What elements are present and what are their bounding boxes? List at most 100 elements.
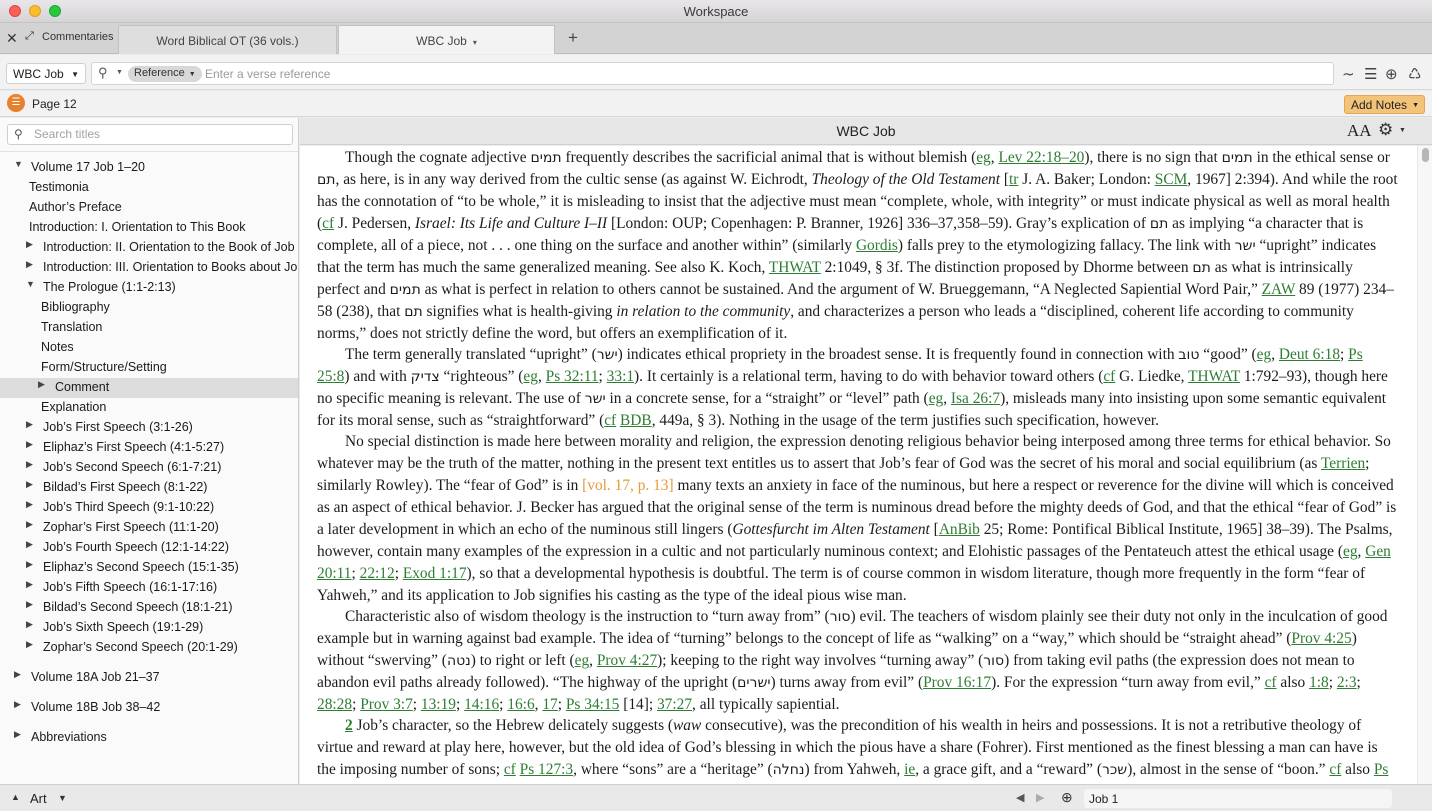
disclosure-closed-icon[interactable]: ▶ xyxy=(26,559,33,570)
disclosure-closed-icon[interactable]: ▶ xyxy=(26,619,33,630)
layout-label[interactable]: Art xyxy=(30,791,47,806)
reference-link[interactable]: Terrien xyxy=(1321,455,1365,472)
reference-link[interactable]: Lev 22:18–20 xyxy=(998,149,1084,166)
toc-item[interactable]: ▶ Zophar’s Second Speech (20:1-29) xyxy=(0,638,298,658)
toc-item[interactable]: Introduction: I. Orientation to This Boo… xyxy=(0,218,298,238)
disclosure-closed-icon[interactable]: ▶ xyxy=(26,419,33,430)
toc-item[interactable]: ▶ Bildad’s First Speech (8:1-22) xyxy=(0,478,298,498)
reference-link[interactable]: ie xyxy=(904,761,915,778)
reference-link[interactable]: 28:28 xyxy=(317,696,352,713)
add-tab-button[interactable]: + xyxy=(560,29,586,49)
reference-link[interactable]: SCM xyxy=(1155,171,1188,188)
reference-link[interactable]: THWAT xyxy=(1188,368,1240,385)
reference-link[interactable]: THWAT xyxy=(769,259,821,276)
reference-link[interactable]: Ps 34:15 xyxy=(566,696,619,713)
reference-search-bar[interactable]: ⚲ ▼ Reference ▼ xyxy=(91,62,1334,85)
add-circle-icon[interactable]: ⊕ xyxy=(1385,65,1398,83)
chevron-down-icon[interactable]: ▾ xyxy=(473,38,477,47)
table-of-contents-icon[interactable]: ☰ xyxy=(7,94,25,112)
reference-link[interactable]: tr xyxy=(1009,171,1018,188)
chevron-down-icon[interactable]: ▼ xyxy=(116,69,123,76)
reference-link[interactable]: Prov 4:25 xyxy=(1291,630,1351,647)
toc-item[interactable]: ▶ Job’s First Speech (3:1-26) xyxy=(0,418,298,438)
toc-item[interactable]: ▶ Introduction: II. Orientation to the Bo… xyxy=(0,238,298,258)
toc-item[interactable]: ▶ Comment xyxy=(0,378,298,398)
disclosure-closed-icon[interactable]: ▶ xyxy=(26,439,33,450)
recycle-icon[interactable]: ♺ xyxy=(1408,65,1421,83)
chevron-down-icon[interactable]: ▼ xyxy=(58,793,67,803)
disclosure-closed-icon[interactable]: ▶ xyxy=(26,459,33,470)
toc-item[interactable]: Author’s Preface xyxy=(0,198,298,218)
disclosure-open-icon[interactable]: ▼ xyxy=(14,159,23,169)
reference-link[interactable]: Ps 32:11 xyxy=(546,368,599,385)
font-size-icon[interactable]: AA xyxy=(1347,121,1372,141)
resource-select[interactable]: WBC Job ▼ xyxy=(6,63,86,84)
toc-item[interactable]: ▼ The Prologue (1:1-2:13) xyxy=(0,278,298,298)
disclosure-open-icon[interactable]: ▼ xyxy=(26,279,35,289)
disclosure-closed-icon[interactable]: ▶ xyxy=(38,379,45,390)
reference-link[interactable]: 22:12 xyxy=(360,565,395,582)
previous-arrow-icon[interactable]: ◀ xyxy=(1016,791,1024,804)
reference-link[interactable]: Isa 26:7 xyxy=(951,390,1000,407)
toc-item[interactable]: ▶ Introduction: III. Orientation to Books… xyxy=(0,258,298,278)
toc-item[interactable]: ▶ Job’s Fourth Speech (12:1-14:22) xyxy=(0,538,298,558)
reference-input[interactable] xyxy=(205,66,1305,82)
chevron-down-icon[interactable]: ▼ xyxy=(1399,127,1406,134)
scrollbar-thumb[interactable] xyxy=(1422,148,1429,162)
toc-item[interactable]: ▶ Job’s Fifth Speech (16:1-17:16) xyxy=(0,578,298,598)
reference-link[interactable]: cf xyxy=(504,761,516,778)
toc-item[interactable]: ▼ Volume 17 Job 1–20 xyxy=(0,158,298,178)
reference-link[interactable]: 17 xyxy=(542,696,557,713)
disclosure-closed-icon[interactable]: ▶ xyxy=(26,239,33,250)
reference-link[interactable]: cf xyxy=(1329,761,1341,778)
text-list-icon[interactable]: ☰ xyxy=(1364,65,1377,83)
disclosure-closed-icon[interactable]: ▶ xyxy=(14,699,21,710)
disclosure-closed-icon[interactable]: ▶ xyxy=(26,639,33,650)
toc-item[interactable]: ▶ Abbreviations xyxy=(0,728,298,748)
disclosure-closed-icon[interactable]: ▶ xyxy=(26,479,33,490)
reference-link[interactable]: 37:27 xyxy=(657,696,692,713)
reference-link[interactable]: cf xyxy=(322,215,334,232)
expand-panel-icon[interactable]: ⤢ xyxy=(25,30,34,43)
reference-link[interactable]: 16:6 xyxy=(507,696,534,713)
reference-link[interactable]: Prov 16:17 xyxy=(923,674,991,691)
toc-item[interactable]: ▶ Eliphaz’s Second Speech (15:1-35) xyxy=(0,558,298,578)
title-search-input[interactable] xyxy=(34,127,284,141)
reference-link[interactable]: BDB xyxy=(620,412,652,429)
reference-type-chip[interactable]: Reference ▼ xyxy=(128,66,202,82)
next-arrow-icon[interactable]: ▶ xyxy=(1036,791,1044,804)
disclosure-closed-icon[interactable]: ▶ xyxy=(14,669,21,680)
disclosure-closed-icon[interactable]: ▶ xyxy=(26,259,33,270)
toc-item[interactable]: ▶ Job’s Second Speech (6:1-7:21) xyxy=(0,458,298,478)
reference-link[interactable]: cf xyxy=(1103,368,1115,385)
toc-item[interactable]: Form/Structure/Setting xyxy=(0,358,298,378)
reference-link[interactable]: Prov 4:27 xyxy=(597,652,657,669)
reference-link[interactable]: eg xyxy=(929,390,944,407)
tab-wbc-job[interactable]: WBC Job ▾ xyxy=(338,25,555,54)
close-panel-icon[interactable]: ✕ xyxy=(6,30,18,47)
reference-link[interactable]: Prov 3:7 xyxy=(360,696,413,713)
toc-item[interactable]: Bibliography xyxy=(0,298,298,318)
reference-link[interactable]: eg xyxy=(976,149,991,166)
reference-link[interactable]: 2:3 xyxy=(1337,674,1357,691)
reference-link[interactable]: ZAW xyxy=(1262,281,1296,298)
reference-link[interactable]: 14:16 xyxy=(464,696,499,713)
toc-item[interactable]: Testimonia xyxy=(0,178,298,198)
reference-link[interactable]: Gordis xyxy=(856,237,898,254)
disclosure-closed-icon[interactable]: ▶ xyxy=(26,579,33,590)
gear-icon[interactable]: ⚙ xyxy=(1378,120,1393,140)
toc-item[interactable]: ▶ Bildad’s Second Speech (18:1-21) xyxy=(0,598,298,618)
chevron-up-icon[interactable]: ▲ xyxy=(11,792,20,802)
reference-link[interactable]: 1:8 xyxy=(1309,674,1329,691)
reference-link[interactable]: eg xyxy=(1343,543,1358,560)
title-search-field[interactable]: ⚲ xyxy=(7,124,293,145)
reference-link[interactable]: eg xyxy=(575,652,590,669)
toc-item[interactable]: Explanation xyxy=(0,398,298,418)
reference-link[interactable]: 33:1 xyxy=(607,368,634,385)
reference-link[interactable]: AnBib xyxy=(939,521,980,538)
toc-item[interactable]: ▶ Volume 18A Job 21–37 xyxy=(0,668,298,688)
reference-link[interactable]: Ps 127:3 xyxy=(520,761,573,778)
toc-item[interactable]: ▶ Eliphaz’s First Speech (4:1-5:27) xyxy=(0,438,298,458)
reference-link[interactable]: cf xyxy=(604,412,616,429)
toc-item[interactable]: ▶ Volume 18B Job 38–42 xyxy=(0,698,298,718)
